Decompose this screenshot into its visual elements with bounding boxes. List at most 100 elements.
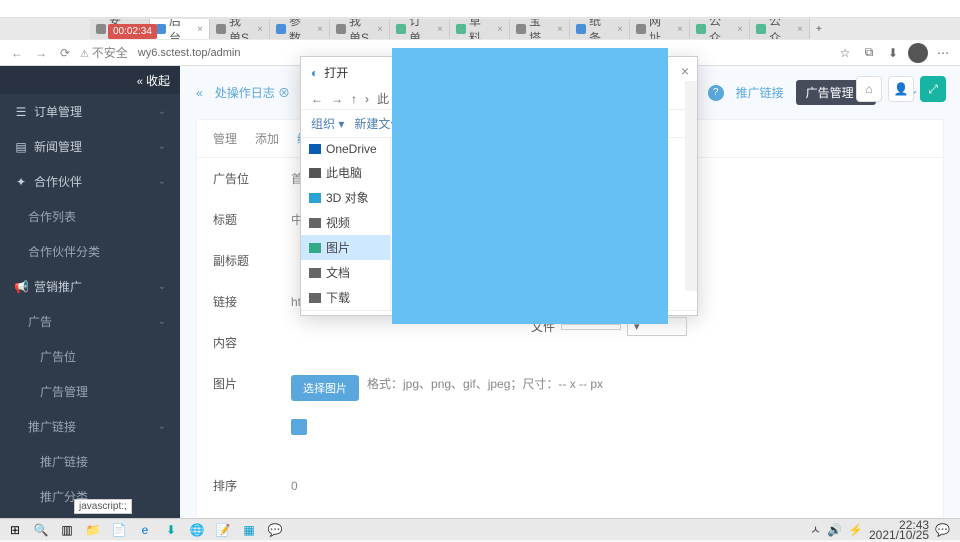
tab[interactable]: 草料× [450,19,510,39]
start-button[interactable]: ⊞ [4,521,26,539]
chevron-down-icon: ⌄ [158,421,166,432]
label-adpos: 广告位 [213,170,291,187]
star-icon[interactable]: ☆ [836,44,854,62]
tree-pictures[interactable]: 图片 [301,235,390,260]
sidebar-item-ad-pos[interactable]: 广告位 [0,339,180,374]
sidebar: « 收起 ☰订单管理⌄ ▤新闻管理⌄ ✦合作伙伴⌄ 合作列表 合作伙伴分类 📢营… [0,66,180,518]
help-icon[interactable]: ? [708,85,724,101]
tray-icon[interactable]: ⚡ [848,523,863,537]
image-thumb[interactable] [291,419,307,435]
close-icon[interactable]: × [797,24,803,35]
close-icon[interactable]: × [617,24,623,35]
tree-onedrive[interactable]: OneDrive [301,138,390,160]
sidebar-item-partner-list[interactable]: 合作列表 [0,199,180,234]
app-icon[interactable]: ▦ [238,521,260,539]
close-icon[interactable]: × [257,24,263,35]
tab[interactable]: 宝塔× [510,19,570,39]
tab[interactable]: 网址× [630,19,690,39]
tab[interactable]: 公众× [690,19,750,39]
tab[interactable]: 公众× [750,19,810,39]
close-icon[interactable]: × [677,24,683,35]
upload-button[interactable]: 选择图片 [291,375,359,401]
collapse-button[interactable]: « 收起 [137,72,170,89]
sidebar-item-marketing[interactable]: 📢营销推广⌄ [0,269,180,304]
dialog-close[interactable]: × [681,63,689,79]
tab-add[interactable]: 添加 [255,130,279,147]
scrollbar[interactable] [685,81,697,291]
nav-up-icon[interactable]: ↑ [351,92,357,106]
close-icon[interactable]: × [497,24,503,35]
app-icon[interactable]: 💬 [264,521,286,539]
tree-video[interactable]: 视频 [301,210,390,235]
tree-downloads[interactable]: 下载 [301,285,390,310]
label-link: 链接 [213,293,291,310]
sidebar-item-order[interactable]: ☰订单管理⌄ [0,94,180,129]
filename-field[interactable] [561,324,621,330]
sidebar-item-ad-mgmt[interactable]: 广告管理 [0,374,180,409]
tree-pc[interactable]: 此电脑 [301,160,390,185]
tray-icon[interactable]: 🔊 [827,523,842,537]
sidebar-item-ad[interactable]: 广告⌄ [0,304,180,339]
expand-button[interactable]: ⤢ [920,76,946,102]
app-icon[interactable]: 📄 [108,521,130,539]
organize-button[interactable]: 组织 ▾ [311,115,344,132]
sidebar-item-partner-cat[interactable]: 合作伙伴分类 [0,234,180,269]
top-actions: ⌂ 👤 ⤢ [856,76,946,102]
app-icon[interactable]: 🌐 [186,521,208,539]
system-tray[interactable]: ㅅ 🔊 ⚡ 22:43 2021/10/25 💬 [810,520,956,540]
download-icon[interactable]: ⬇ [884,44,902,62]
sidebar-item-news[interactable]: ▤新闻管理⌄ [0,129,180,164]
dialog-tree: OneDrive 此电脑 3D 对象 视频 图片 文档 下载 音乐 桌面 Win… [301,138,391,310]
close-icon[interactable]: × [557,24,563,35]
tab-manage[interactable]: 管理 [213,130,237,147]
tree-3d[interactable]: 3D 对象 [301,185,390,210]
new-tab[interactable]: + [810,19,828,39]
close-icon[interactable]: × [197,24,203,35]
chevron-down-icon: ⌄ [158,106,166,117]
taskview-icon[interactable]: ▥ [56,521,78,539]
tab[interactable]: 纸条× [570,19,630,39]
close-icon[interactable]: × [377,24,383,35]
nav-fwd-icon[interactable]: → [331,92,343,106]
back-icon[interactable]: ← [8,44,26,62]
app-icon[interactable]: e [134,521,156,539]
search-icon[interactable]: 🔍 [30,521,52,539]
reload-icon[interactable]: ⟳ [56,44,74,62]
crumb-promo-link[interactable]: 推广链接 [736,84,784,101]
extension-icon[interactable]: ⧉ [860,44,878,62]
home-button[interactable]: ⌂ [856,76,882,102]
crumb-oplog[interactable]: 处操作日志 ⊗ [215,84,290,101]
tray-icon[interactable]: ㅅ [810,521,821,538]
app-icon[interactable]: 📁 [82,521,104,539]
dialog-path[interactable]: 此 [377,90,389,107]
tab[interactable]: 订单× [390,19,450,39]
tab[interactable]: 我单S× [330,19,390,39]
close-icon[interactable]: × [437,24,443,35]
tab[interactable]: 后台× [150,19,210,39]
recording-badge: 00:02:34 [108,24,157,39]
nav-back-icon[interactable]: ← [311,92,323,106]
tab[interactable]: 我单S× [210,19,270,39]
notification-icon[interactable]: 💬 [935,523,950,537]
close-icon[interactable]: × [737,24,743,35]
tree-docs[interactable]: 文档 [301,260,390,285]
status-hint: javascript:; [74,499,132,514]
app-icon[interactable]: ⬇ [160,521,182,539]
user-button[interactable]: 👤 [888,76,914,102]
label-content: 内容 [213,334,291,351]
app-icon[interactable]: 📝 [212,521,234,539]
crumb-back[interactable]: « [196,86,203,100]
close-icon[interactable]: × [317,24,323,35]
sidebar-item-partner[interactable]: ✦合作伙伴⌄ [0,164,180,199]
label-image: 图片 [213,375,291,392]
sidebar-item-promo[interactable]: 推广链接⌄ [0,409,180,444]
avatar[interactable] [908,43,928,63]
security-label: ⚠ 不安全 [80,44,128,61]
value-sort[interactable]: 0 [291,479,298,493]
tab[interactable]: 参数× [270,19,330,39]
forward-icon[interactable]: → [32,44,50,62]
label-sort: 排序 [213,477,291,494]
sidebar-item-promo-link[interactable]: 推广链接 [0,444,180,479]
window-titlebar [0,0,960,18]
menu-icon[interactable]: ⋯ [934,44,952,62]
